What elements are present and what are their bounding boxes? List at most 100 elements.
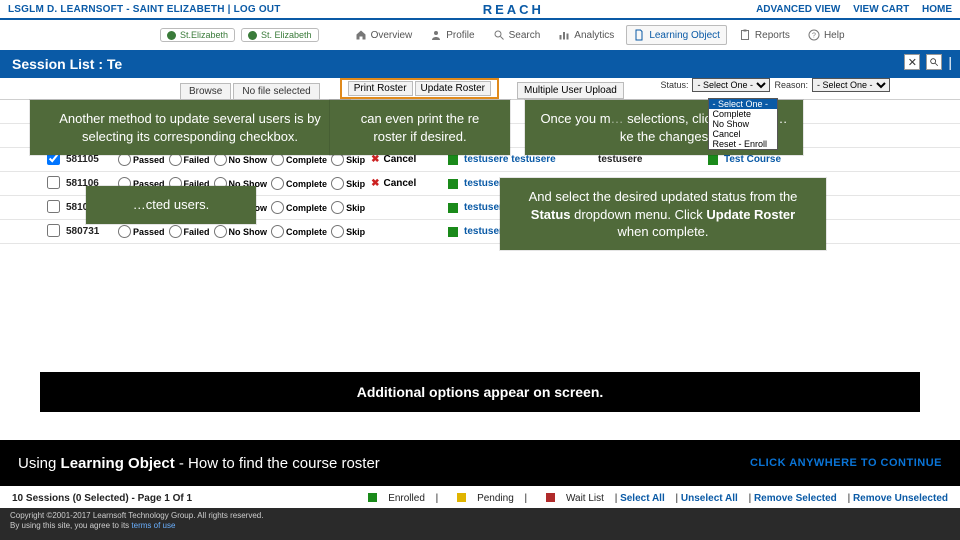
link-remove-selected[interactable]: Remove Selected xyxy=(754,493,837,504)
org-logo-a: St.Elizabeth xyxy=(160,28,235,42)
terms-link[interactable]: terms of use xyxy=(131,521,175,530)
opt-complete[interactable]: Complete xyxy=(271,225,327,238)
callout-checkbox-method: Another method to update several users i… xyxy=(30,100,350,155)
link-unselect-all[interactable]: Unselect All xyxy=(681,493,738,504)
nav-analytics[interactable]: Analytics xyxy=(552,26,620,44)
link-advanced-view[interactable]: ADVANCED VIEW xyxy=(756,4,840,15)
opt-failed[interactable]: Failed xyxy=(169,225,210,238)
status-option[interactable]: No Show xyxy=(709,119,777,129)
update-roster-button[interactable]: Update Roster xyxy=(415,81,491,96)
nav-learning-object[interactable]: Learning Object xyxy=(626,25,727,45)
opt-complete[interactable]: Complete xyxy=(271,177,327,190)
tab-no-file[interactable]: No file selected xyxy=(233,83,319,99)
document-icon xyxy=(633,29,645,41)
help-icon: ? xyxy=(808,29,820,41)
copyright-line1: Copyright ©2001-2017 Learnsoft Technolog… xyxy=(10,511,950,521)
opt-skip[interactable]: Skip xyxy=(331,225,365,238)
multiple-user-upload-button[interactable]: Multiple User Upload xyxy=(517,82,624,99)
opt-cancel[interactable]: Cancel xyxy=(383,154,416,165)
lesson-title-suffix: - How to find the course roster xyxy=(175,455,380,472)
opt-cancel[interactable]: Cancel xyxy=(383,178,416,189)
cancel-x-icon[interactable]: ✖ xyxy=(371,178,379,189)
magnifier-icon xyxy=(929,57,939,67)
opt-skip[interactable]: Skip xyxy=(331,201,365,214)
bulk-status-controls: Status: - Select One - Reason: - Select … xyxy=(660,78,890,92)
session-title: Session List : Te xyxy=(12,56,122,72)
nav-help[interactable]: ? Help xyxy=(802,26,851,44)
lesson-title-object: Learning Object xyxy=(61,455,175,472)
opt-passed[interactable]: Passed xyxy=(118,225,165,238)
instruction-bar: Additional options appear on screen. xyxy=(40,372,920,412)
link-home[interactable]: HOME xyxy=(922,4,952,15)
reason-label: Reason: xyxy=(774,80,808,90)
secondary-nav: St.Elizabeth St. Elizabeth Overview Prof… xyxy=(0,20,960,50)
search-icon xyxy=(493,29,505,41)
row-checkbox[interactable] xyxy=(47,200,60,213)
link-select-all[interactable]: Select All xyxy=(620,493,665,504)
status-option[interactable]: Complete xyxy=(709,109,777,119)
status-swatch-icon xyxy=(448,179,458,189)
nav-profile[interactable]: Profile xyxy=(424,26,480,44)
lesson-bottom-bar[interactable]: Using Learning Object - How to find the … xyxy=(0,440,960,486)
tab-row: Browse No file selected Print Roster Upd… xyxy=(0,78,960,100)
click-to-continue[interactable]: CLICK ANYWHERE TO CONTINUE xyxy=(750,457,942,469)
divider: | xyxy=(948,54,952,70)
opt-skip[interactable]: Skip xyxy=(331,177,365,190)
row-user: testusere testusere xyxy=(448,154,598,165)
row-checkbox[interactable] xyxy=(47,176,60,189)
callout-print: can even print the re roster if desired. xyxy=(330,100,510,155)
opt-noshow[interactable]: No Show xyxy=(214,225,268,238)
status-swatch-icon xyxy=(448,155,458,165)
row-status-options: Passed Failed No ShowComplete Skip xyxy=(118,225,448,238)
opt-complete[interactable]: Complete xyxy=(271,201,327,214)
status-dropdown-open[interactable]: - Select One - Complete No Show Cancel R… xyxy=(708,98,778,150)
home-icon xyxy=(355,29,367,41)
status-swatch-icon xyxy=(708,155,718,165)
close-icon[interactable]: ✕ xyxy=(904,54,920,70)
nav-search[interactable]: Search xyxy=(487,26,547,44)
cancel-x-icon[interactable]: ✖ xyxy=(371,154,379,165)
course-link[interactable]: Test Course xyxy=(724,154,781,165)
session-header: Session List : Te ✕ | xyxy=(0,50,960,78)
org-logo-b: St. Elizabeth xyxy=(241,28,319,42)
legend: Enrolled | Pending | Wait List | Select … xyxy=(352,493,948,504)
row-userid: 580731 xyxy=(66,226,118,237)
nav-reports[interactable]: Reports xyxy=(733,26,796,44)
swatch-waitlist-icon xyxy=(546,493,555,502)
link-remove-unselected[interactable]: Remove Unselected xyxy=(853,493,948,504)
tab-browse[interactable]: Browse xyxy=(180,83,231,99)
bar-chart-icon xyxy=(558,29,570,41)
roster-action-highlight: Print Roster Update Roster xyxy=(340,78,499,99)
search-panel-icon[interactable] xyxy=(926,54,942,70)
reason-select[interactable]: - Select One - xyxy=(812,78,890,92)
status-select[interactable]: - Select One - xyxy=(692,78,770,92)
print-roster-button[interactable]: Print Roster xyxy=(348,81,413,96)
status-label: Status: xyxy=(660,80,688,90)
status-option[interactable]: Cancel xyxy=(709,129,777,139)
callout-status-dropdown: And select the desired updated status fr… xyxy=(500,178,826,250)
swatch-pending-icon xyxy=(457,493,466,502)
status-option[interactable]: - Select One - xyxy=(709,99,777,109)
user-link[interactable]: testusere testusere xyxy=(464,154,556,165)
status-option[interactable]: Reset - Enroll xyxy=(709,139,777,149)
user-icon xyxy=(430,29,442,41)
status-swatch-icon xyxy=(448,203,458,213)
status-swatch-icon xyxy=(448,227,458,237)
clipboard-icon xyxy=(739,29,751,41)
nav-overview[interactable]: Overview xyxy=(349,26,419,44)
copyright-footer: Copyright ©2001-2017 Learnsoft Technolog… xyxy=(0,508,960,540)
topbar-left: LSGLM D. LEARNSOFT - SAINT ELIZABETH | L… xyxy=(8,4,281,15)
app-title: REACH xyxy=(281,2,747,17)
pager-legend-row: 10 Sessions (0 Selected) - Page 1 Of 1 E… xyxy=(0,490,960,506)
lesson-title-prefix: Using xyxy=(18,455,61,472)
swatch-enrolled-icon xyxy=(368,493,377,502)
topbar-right: ADVANCED VIEW VIEW CART HOME xyxy=(746,4,952,15)
link-view-cart[interactable]: VIEW CART xyxy=(853,4,909,15)
brand-topbar: LSGLM D. LEARNSOFT - SAINT ELIZABETH | L… xyxy=(0,0,960,20)
row-checkbox[interactable] xyxy=(47,224,60,237)
row-login: testusere xyxy=(598,154,708,165)
callout-selected-users: …cted users. xyxy=(86,186,256,224)
row-course: Test Course xyxy=(708,154,960,165)
pager-text: 10 Sessions (0 Selected) - Page 1 Of 1 xyxy=(12,493,352,504)
row-userid: 581105 xyxy=(66,154,118,165)
